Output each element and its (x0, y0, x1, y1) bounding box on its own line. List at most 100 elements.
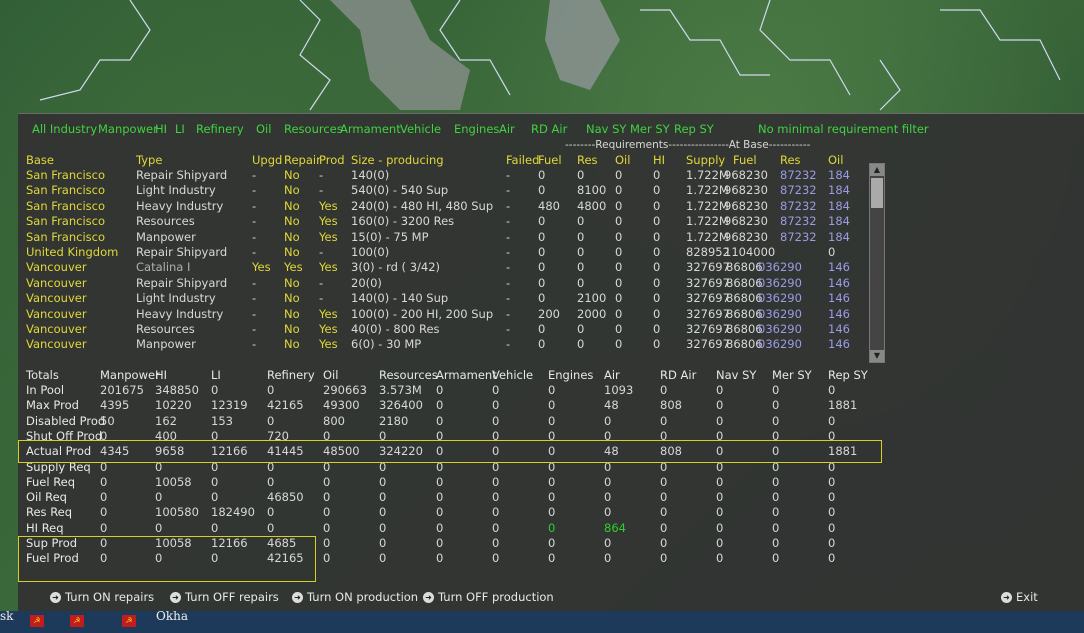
cell-failed: - (506, 229, 511, 244)
totals-col: Rep SY (828, 368, 868, 382)
cell-upgd: - (252, 306, 257, 321)
totals-cell: 326400 (379, 398, 423, 413)
cell-prod: Yes (319, 229, 338, 244)
totals-cell: 0 (660, 490, 668, 505)
turn-off-repairs-button[interactable]: ➜ Turn OFF repairs (170, 590, 279, 604)
totals-cell: 10220 (155, 398, 192, 413)
cell-supply: 327697 (686, 275, 730, 290)
cell-res: 0 (577, 214, 585, 229)
totals-cell: 0 (100, 505, 108, 520)
cell-upgd: - (252, 183, 257, 198)
cell-afuel: 968230 (724, 198, 768, 213)
totals-cell: 0 (660, 551, 668, 566)
cell-base[interactable]: San Francisco (26, 214, 105, 228)
cell-fuel: 0 (538, 337, 546, 352)
soviet-flag-icon[interactable]: ☭ (30, 615, 44, 627)
col-base-fuel[interactable]: Fuel (733, 153, 757, 167)
cell-res: 2100 (577, 291, 607, 306)
cell-upgd: - (252, 245, 257, 259)
cell-base[interactable]: Vancouver (26, 337, 87, 351)
turn-on-production-button[interactable]: ➜ Turn ON production (292, 590, 418, 604)
exit-button[interactable]: ➜ Exit (1001, 590, 1038, 604)
cell-fuel: 0 (538, 168, 546, 182)
cell-upgd: - (252, 168, 257, 182)
col-base[interactable]: Base (26, 153, 54, 167)
filter-air[interactable]: Air (499, 122, 515, 136)
scroll-down-icon[interactable]: ▼ (870, 350, 884, 362)
filter-oil[interactable]: Oil (256, 122, 271, 136)
cell-base[interactable]: Vancouver (26, 307, 87, 321)
cell-size: 15(0) - 75 MP (351, 229, 429, 244)
totals-cell: 0 (267, 383, 275, 397)
filter-hi[interactable]: HI (155, 122, 167, 136)
filter-nav-sy[interactable]: Nav SY (586, 122, 626, 136)
totals-row-label: Oil Req (26, 490, 67, 505)
filter-engines[interactable]: Engines (454, 122, 499, 136)
filter-rep-sy[interactable]: Rep SY (674, 122, 714, 136)
col-oil[interactable]: Oil (615, 153, 630, 167)
filter-no-minimal-requirement[interactable]: No minimal requirement filter (758, 122, 929, 136)
cell-type: Resources (136, 214, 195, 229)
totals-col: Oil (323, 368, 339, 382)
filter-rd-air[interactable]: RD Air (531, 122, 567, 136)
col-size-producing[interactable]: Size - producing (351, 153, 444, 167)
soviet-flag-icon[interactable]: ☭ (70, 615, 84, 627)
turn-on-repairs-button[interactable]: ➜ Turn ON repairs (50, 590, 154, 604)
totals-cell: 0 (379, 520, 387, 535)
cell-base[interactable]: Vancouver (26, 260, 87, 274)
cell-prod: Yes (319, 337, 338, 352)
filter-refinery[interactable]: Refinery (196, 122, 244, 136)
cell-repair: No (284, 183, 300, 198)
cell-repair: No (284, 245, 300, 259)
cell-hi: 0 (653, 306, 661, 321)
cell-base[interactable]: San Francisco (26, 199, 105, 213)
cell-base[interactable]: Vancouver (26, 322, 87, 336)
cell-oil: 0 (615, 245, 623, 259)
col-prod[interactable]: Prod (319, 153, 345, 167)
filter-mer-sy[interactable]: Mer SY (630, 122, 670, 136)
totals-cell: 0 (716, 398, 724, 413)
filter-manpower[interactable]: Manpower (98, 122, 158, 136)
table-scrollbar[interactable]: ▲ ▼ (869, 163, 885, 363)
filter-all-industry[interactable]: All Industry (32, 122, 97, 136)
filter-li[interactable]: LI (175, 122, 185, 136)
col-upgd[interactable]: Upgd (252, 153, 282, 167)
cell-base[interactable]: San Francisco (26, 183, 105, 197)
totals-row-label: Fuel Req (26, 474, 76, 489)
cell-base[interactable]: Vancouver (26, 291, 87, 305)
filter-resources[interactable]: Resources (284, 122, 343, 136)
totals-cell: 0 (772, 474, 780, 489)
cell-aoil: 184 (828, 229, 850, 244)
cell-supply: 1.722M (686, 168, 729, 182)
cell-base[interactable]: San Francisco (26, 230, 105, 244)
col-type[interactable]: Type (136, 153, 162, 167)
col-hi[interactable]: HI (653, 153, 665, 167)
scroll-thumb[interactable] (871, 178, 883, 208)
cell-base[interactable]: United Kingdom (26, 245, 118, 259)
col-repair[interactable]: Repair (284, 153, 321, 167)
col-fuel[interactable]: Fuel (538, 153, 562, 167)
filter-vehicle[interactable]: Vehicle (400, 122, 441, 136)
totals-cell: 0 (828, 520, 836, 535)
col-base-oil[interactable]: Oil (828, 153, 843, 167)
totals-col: Totals (26, 368, 59, 382)
cell-base[interactable]: San Francisco (26, 168, 105, 182)
totals-cell: 201675 (100, 383, 144, 397)
col-supply[interactable]: Supply (686, 153, 725, 167)
cell-supply: 1.722M (686, 198, 729, 213)
cell-res: 0 (577, 275, 585, 290)
scroll-up-icon[interactable]: ▲ (870, 164, 884, 176)
totals-cell: 0 (828, 551, 836, 566)
totals-cell: 0 (772, 413, 780, 428)
cell-prod: - (319, 291, 324, 306)
cell-base[interactable]: Vancouver (26, 276, 87, 290)
cell-aoil: 184 (828, 168, 850, 182)
col-res[interactable]: Res (577, 153, 598, 167)
col-base-res[interactable]: Res (780, 153, 801, 167)
soviet-flag-icon[interactable]: ☭ (122, 615, 136, 627)
col-failed[interactable]: Failed (506, 153, 539, 167)
totals-cell: 0 (548, 520, 556, 535)
filter-armament[interactable]: Armament (340, 122, 401, 136)
totals-cell: 0 (436, 505, 444, 520)
turn-off-production-button[interactable]: ➜ Turn OFF production (423, 590, 554, 604)
